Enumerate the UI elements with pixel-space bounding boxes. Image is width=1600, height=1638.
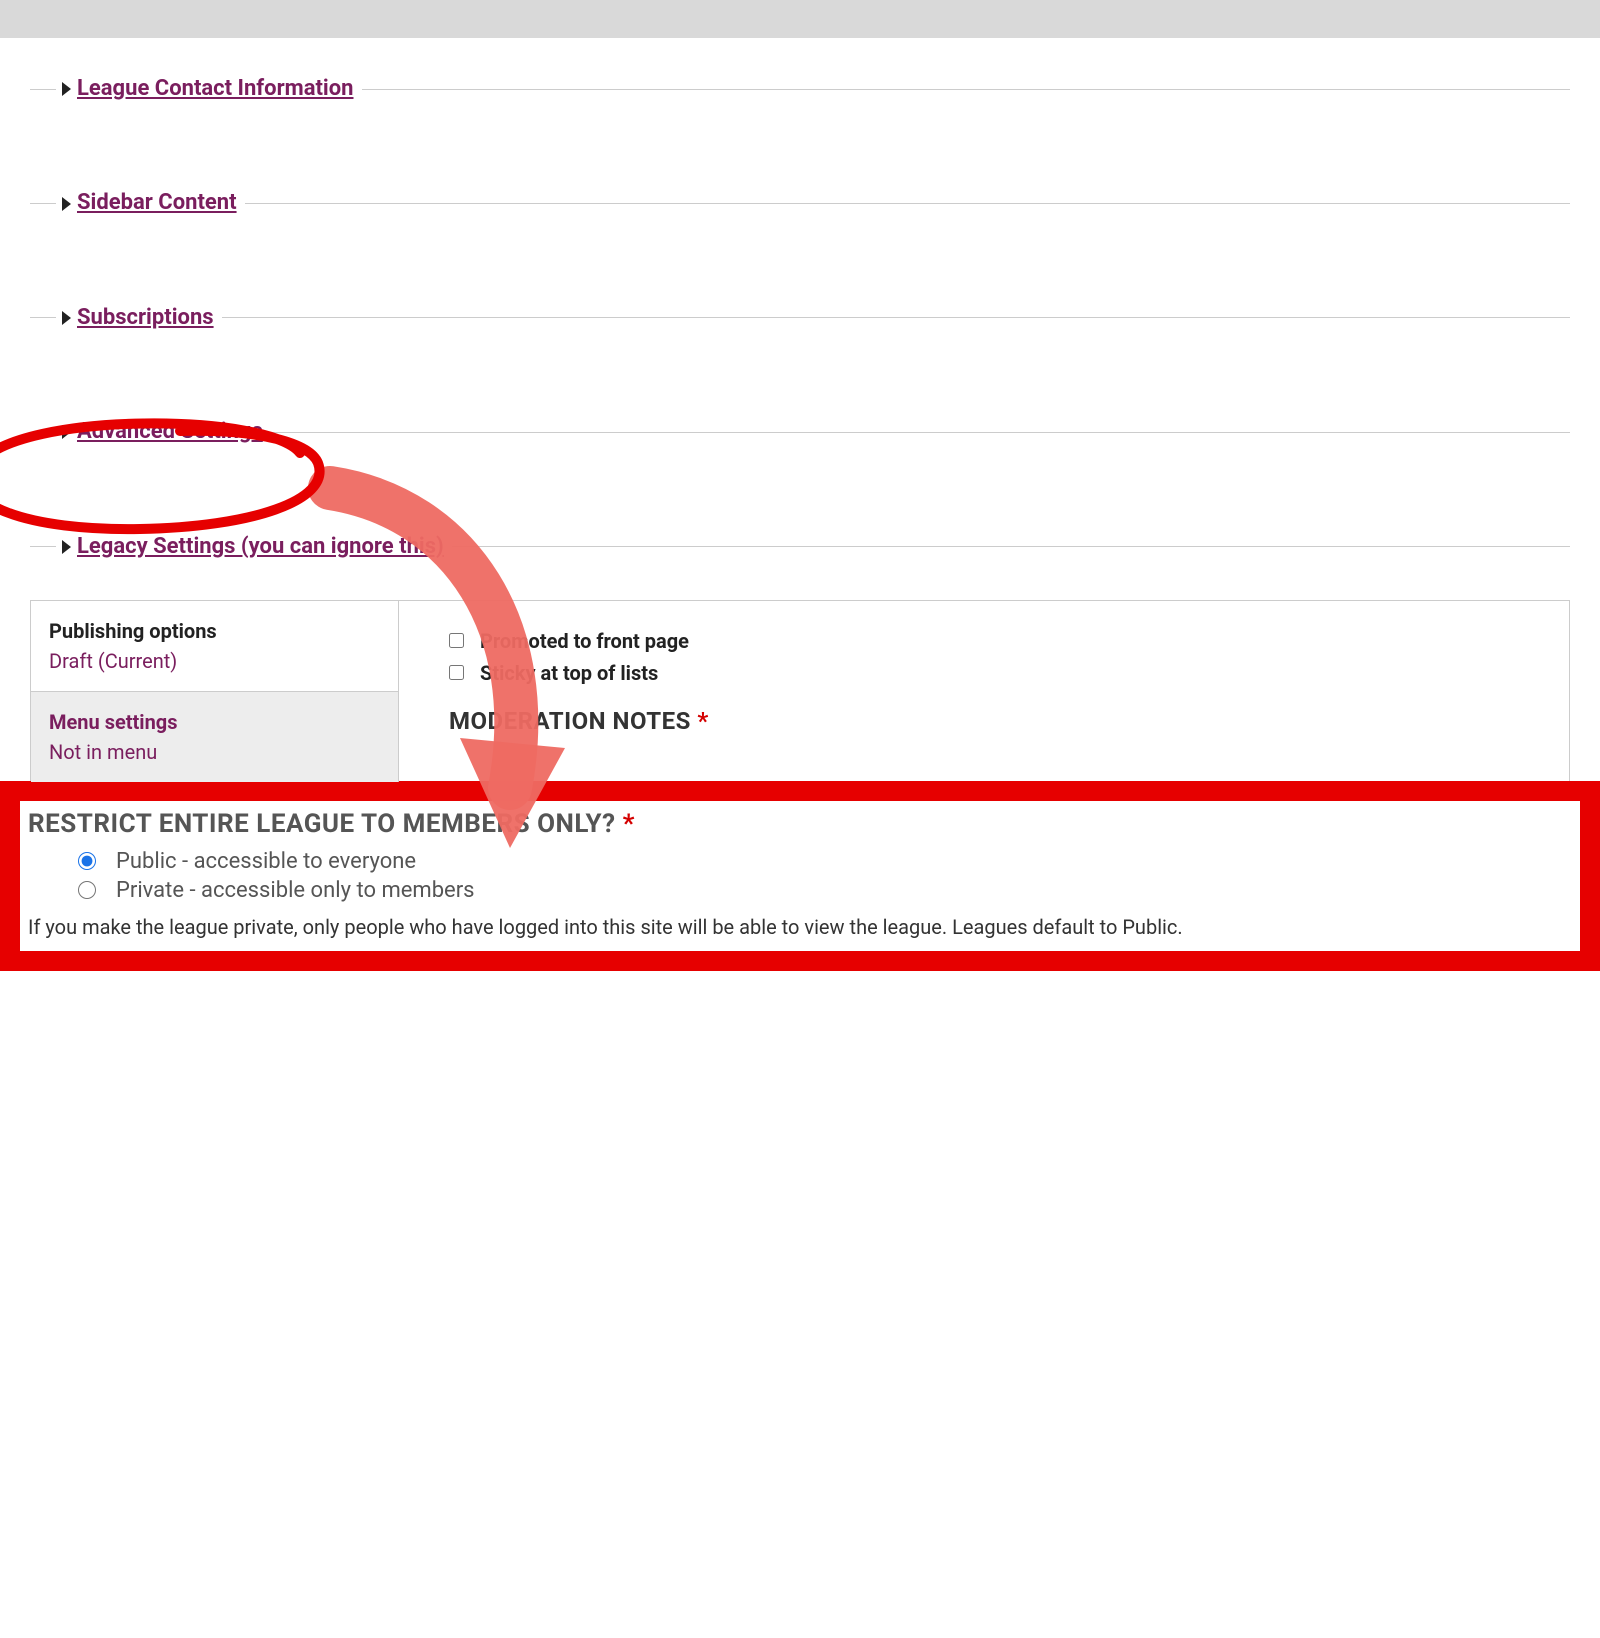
tab-title: Publishing options: [49, 619, 380, 643]
promoted-label: Promoted to front page: [480, 629, 689, 653]
sticky-label: Sticky at top of lists: [480, 661, 658, 685]
restrict-public-label: Public - accessible to everyone: [116, 849, 416, 874]
section-label: Legacy Settings (you can ignore this): [77, 534, 444, 560]
chevron-right-icon: [62, 197, 71, 211]
section-label: Subscriptions: [77, 305, 214, 331]
section-label: League Contact Information: [77, 76, 354, 102]
section-subscriptions[interactable]: Subscriptions: [62, 305, 214, 331]
restrict-public-radio[interactable]: [78, 852, 96, 870]
page-canvas: League Contact Information Sidebar Conte…: [0, 38, 1600, 1638]
outer-background: [0, 0, 1600, 38]
chevron-right-icon: [62, 311, 71, 325]
restrict-help-text: If you make the league private, only peo…: [28, 911, 1572, 943]
restrict-private-label: Private - accessible only to members: [116, 878, 475, 903]
tab-pane-publishing: Promoted to front page Sticky at top of …: [399, 601, 1569, 782]
tab-title: Menu settings: [49, 710, 380, 734]
heading-text: MODERATION NOTES: [449, 707, 691, 735]
chevron-right-icon: [62, 540, 71, 554]
restrict-private-radio[interactable]: [78, 881, 96, 899]
section-sidebar-content[interactable]: Sidebar Content: [62, 190, 237, 216]
tab-subtitle: Not in menu: [49, 740, 380, 764]
vertical-tabs: Publishing options Draft (Current) Menu …: [30, 600, 1570, 783]
section-label: Sidebar Content: [77, 190, 237, 216]
sticky-checkbox[interactable]: [449, 665, 464, 680]
tab-menu-settings[interactable]: Menu settings Not in menu: [31, 692, 398, 782]
section-league-contact[interactable]: League Contact Information: [62, 76, 354, 102]
chevron-right-icon: [62, 82, 71, 96]
required-marker: *: [623, 809, 635, 839]
section-label: Advanced Settings: [77, 419, 263, 445]
restrict-members-highlight-box: RESTRICT ENTIRE LEAGUE TO MEMBERS ONLY? …: [0, 781, 1600, 971]
section-advanced-settings[interactable]: Advanced Settings: [62, 419, 263, 445]
tab-subtitle: Draft (Current): [49, 649, 380, 673]
section-legacy-settings[interactable]: Legacy Settings (you can ignore this): [62, 534, 444, 560]
vertical-tabs-nav: Publishing options Draft (Current) Menu …: [31, 601, 399, 782]
moderation-notes-heading: MODERATION NOTES *: [449, 707, 1547, 735]
chevron-right-icon: [62, 425, 71, 439]
heading-text: RESTRICT ENTIRE LEAGUE TO MEMBERS ONLY?: [28, 809, 616, 839]
required-marker: *: [697, 707, 708, 735]
tab-publishing-options[interactable]: Publishing options Draft (Current): [31, 601, 398, 692]
restrict-heading: RESTRICT ENTIRE LEAGUE TO MEMBERS ONLY? …: [28, 809, 1572, 839]
promoted-checkbox[interactable]: [449, 633, 464, 648]
